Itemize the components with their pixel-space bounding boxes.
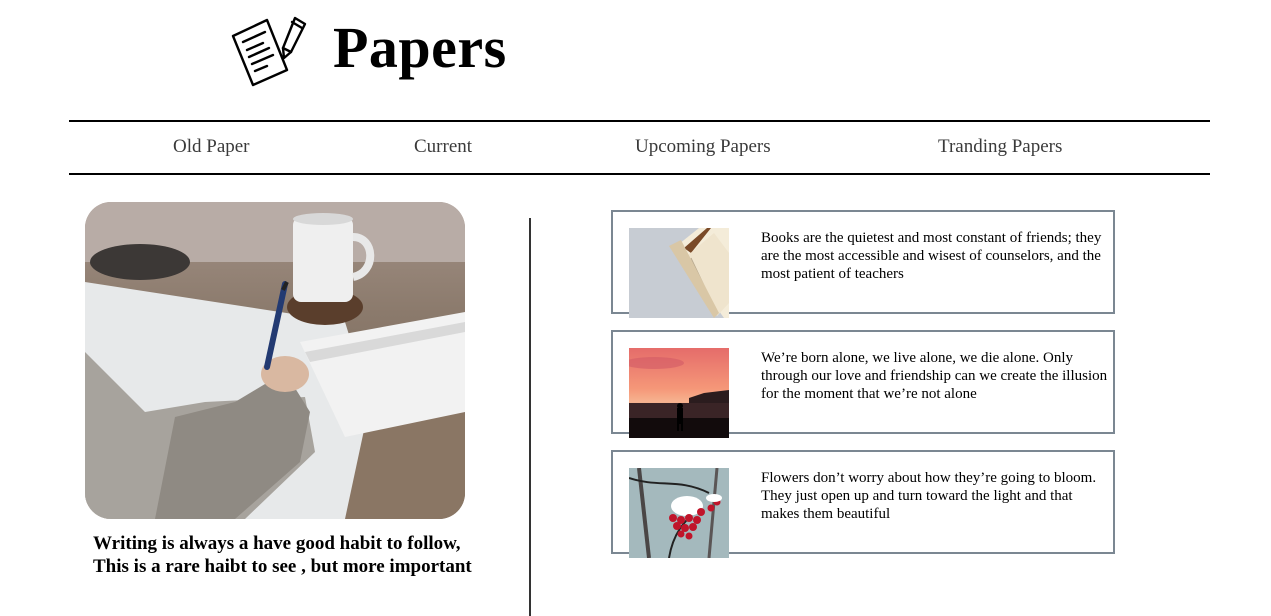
quote-card[interactable]: Books are the quietest and most constant… (611, 210, 1115, 318)
quote-card[interactable]: We’re born alone, we live alone, we die … (611, 330, 1115, 438)
nav-item-old-paper[interactable]: Old Paper (173, 135, 250, 159)
sunset-silhouette-photo (629, 348, 729, 438)
quote-card[interactable]: Flowers don’t worry about how they’re go… (611, 450, 1115, 558)
column-divider (529, 218, 531, 616)
hero-caption: Writing is always a have good habit to f… (93, 533, 472, 577)
nav-item-upcoming-papers[interactable]: Upcoming Papers (635, 135, 771, 159)
open-book-photo (629, 228, 729, 318)
paper-pencil-icon (229, 8, 309, 88)
main-nav: Old Paper Current Upcoming Papers Trandi… (69, 120, 1210, 175)
card-quote-text: Flowers don’t worry about how they’re go… (761, 470, 1097, 522)
site-title: Papers (333, 15, 507, 80)
card-quote-text: We’re born alone, we live alone, we die … (761, 350, 1108, 402)
hero-image (85, 202, 465, 519)
nav-item-tranding-papers[interactable]: Tranding Papers (938, 135, 1062, 159)
card-quote-text: Books are the quietest and most constant… (761, 230, 1102, 282)
nav-item-current[interactable]: Current (414, 135, 472, 159)
red-berries-snow-photo (629, 468, 729, 558)
